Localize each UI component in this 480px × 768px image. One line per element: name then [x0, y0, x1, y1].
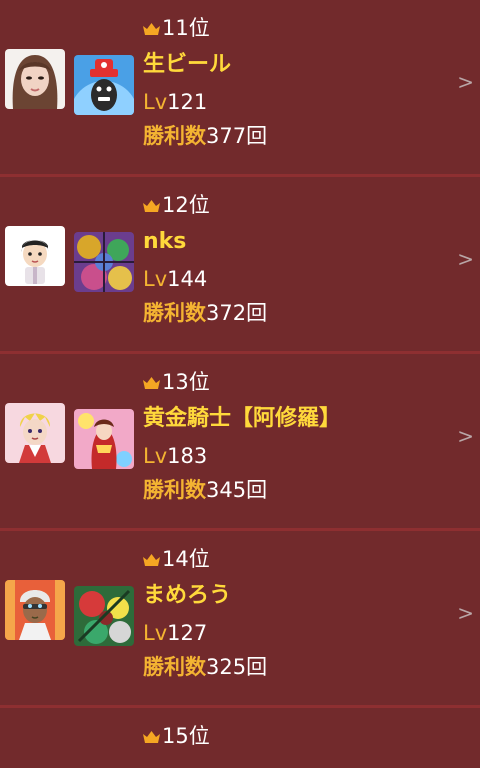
- crown-icon: [143, 553, 160, 566]
- monster-card: [74, 586, 134, 646]
- win-count: 勝利数325回: [143, 653, 267, 681]
- rank-label: 14位: [143, 545, 210, 573]
- player-name: nks: [143, 229, 187, 254]
- chevron-right-icon[interactable]: >: [457, 70, 474, 94]
- rank-text: 12位: [162, 193, 210, 217]
- win-count: 勝利数377回: [143, 122, 267, 150]
- wins-label: 勝利数: [143, 124, 206, 148]
- crown-icon: [143, 376, 160, 389]
- rank-label: 11位: [143, 14, 210, 42]
- chevron-right-icon[interactable]: >: [457, 601, 474, 625]
- rank-text: 11位: [162, 16, 210, 40]
- crown-icon: [143, 199, 160, 212]
- ranking-row[interactable]: 12位 nks Lv144 勝利数372回 >: [0, 177, 480, 354]
- player-level: Lv121: [143, 88, 207, 116]
- wins-value: 325: [206, 655, 247, 679]
- player-name: 生ビール: [143, 52, 232, 77]
- win-count: 勝利数372回: [143, 299, 267, 327]
- rank-text: 13位: [162, 370, 210, 394]
- player-name: 黄金騎士【阿修羅】: [143, 406, 342, 431]
- ranking-row[interactable]: 13位 黄金騎士【阿修羅】 Lv183 勝利数345回 >: [0, 354, 480, 531]
- player-avatar: [5, 49, 65, 109]
- player-avatar: [5, 226, 65, 286]
- ranking-row[interactable]: 14位 まめろう Lv127 勝利数325回 >: [0, 531, 480, 708]
- rank-label: 15位: [143, 722, 210, 750]
- player-avatar: [5, 580, 65, 640]
- monster-card: [74, 409, 134, 469]
- player-level: Lv144: [143, 265, 207, 293]
- level-value: 121: [167, 90, 208, 114]
- level-label: Lv: [143, 90, 168, 114]
- wins-suffix: 回: [246, 478, 268, 502]
- level-value: 183: [167, 444, 208, 468]
- wins-value: 345: [206, 478, 247, 502]
- ranking-list: 11位 生ビール Lv121 勝利数377回 > 12位 nks Lv144 勝…: [0, 0, 480, 752]
- wins-label: 勝利数: [143, 655, 206, 679]
- crown-icon: [143, 22, 160, 35]
- monster-card: [74, 55, 134, 115]
- wins-value: 377: [206, 124, 247, 148]
- chevron-right-icon[interactable]: >: [457, 247, 474, 271]
- win-count: 勝利数345回: [143, 476, 267, 504]
- wins-suffix: 回: [246, 124, 268, 148]
- ranking-row[interactable]: 11位 生ビール Lv121 勝利数377回 >: [0, 0, 480, 177]
- chevron-right-icon[interactable]: >: [457, 424, 474, 448]
- rank-label: 12位: [143, 191, 210, 219]
- wins-label: 勝利数: [143, 301, 206, 325]
- rank-text: 14位: [162, 547, 210, 571]
- level-label: Lv: [143, 444, 168, 468]
- wins-label: 勝利数: [143, 478, 206, 502]
- player-level: Lv127: [143, 619, 207, 647]
- wins-suffix: 回: [246, 301, 268, 325]
- wins-value: 372: [206, 301, 247, 325]
- player-avatar: [5, 403, 65, 463]
- wins-suffix: 回: [246, 655, 268, 679]
- crown-icon: [143, 730, 160, 743]
- ranking-row[interactable]: 15位: [0, 708, 480, 768]
- player-name: まめろう: [143, 583, 232, 608]
- player-level: Lv183: [143, 442, 207, 470]
- monster-card: [74, 232, 134, 292]
- level-label: Lv: [143, 621, 168, 645]
- level-label: Lv: [143, 267, 168, 291]
- rank-label: 13位: [143, 368, 210, 396]
- level-value: 127: [167, 621, 208, 645]
- level-value: 144: [167, 267, 208, 291]
- rank-text: 15位: [162, 724, 210, 748]
